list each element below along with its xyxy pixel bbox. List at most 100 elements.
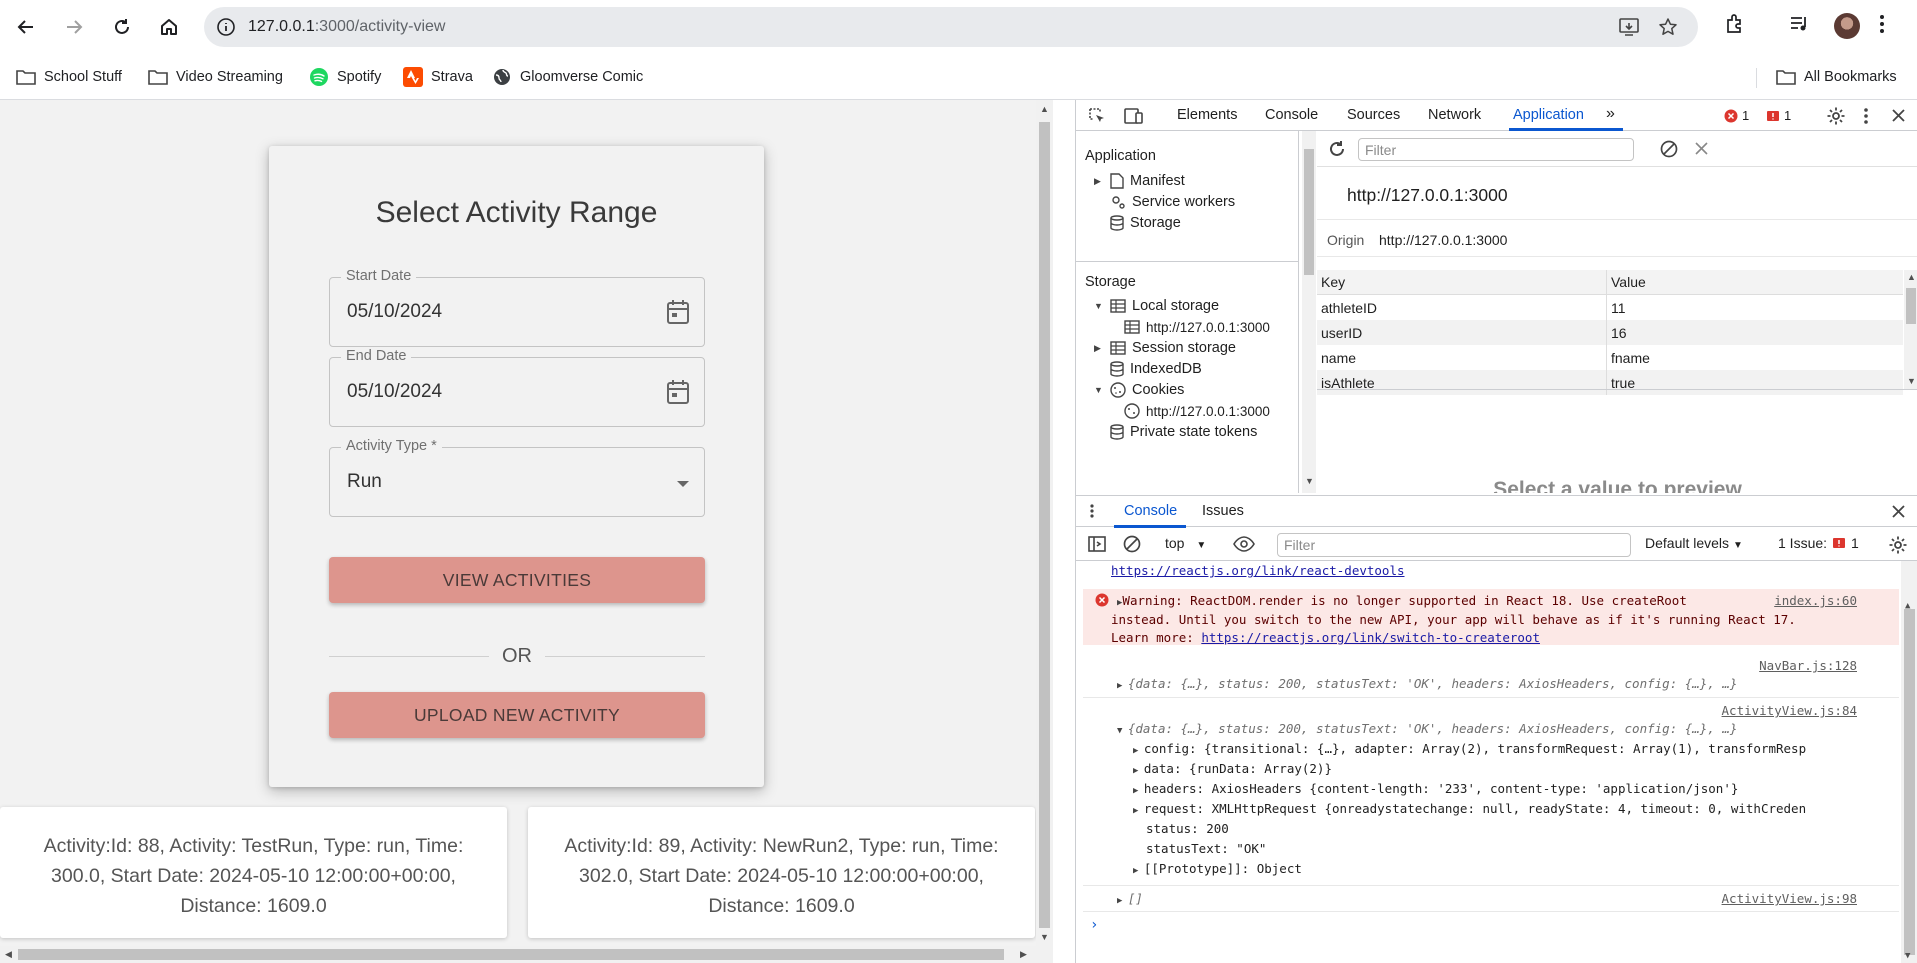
source-link[interactable]: index.js:60 xyxy=(1774,593,1857,608)
bookmark-video-streaming[interactable]: Video Streaming xyxy=(148,65,283,89)
page-horizontal-scrollbar[interactable]: ◀ ▶ xyxy=(0,946,1036,963)
scroll-up-arrow[interactable]: ▲ xyxy=(1040,104,1049,114)
start-date-field[interactable]: Start Date 05/10/2024 xyxy=(329,268,705,347)
activity-type-select[interactable]: Activity Type * Run xyxy=(329,438,705,517)
device-toolbar-icon[interactable] xyxy=(1124,107,1144,125)
more-tabs-icon[interactable]: » xyxy=(1606,105,1615,123)
sidebar-item-cookie-origin[interactable]: http://127.0.0.1:3000 xyxy=(1124,401,1270,421)
activity-type-value[interactable]: Run xyxy=(347,471,382,493)
view-activities-button[interactable]: VIEW ACTIVITIES xyxy=(329,557,705,603)
sidebar-item-manifest[interactable]: ▶ Manifest xyxy=(1094,171,1185,191)
table-scrollbar[interactable]: ▲ ▼ xyxy=(1904,270,1917,390)
start-date-value[interactable]: 05/10/2024 xyxy=(347,301,442,323)
drawer-menu-icon[interactable] xyxy=(1090,504,1094,518)
log-levels-dropdown[interactable]: Default levels ▼ xyxy=(1645,535,1743,551)
sidebar-item-session-storage[interactable]: ▶ Session storage xyxy=(1094,338,1236,358)
console-scrollbar[interactable]: ▲ ▼ xyxy=(1901,561,1917,963)
storage-filter-input[interactable]: Filter xyxy=(1358,138,1634,161)
calendar-icon[interactable] xyxy=(666,299,690,325)
scrollbar-thumb[interactable] xyxy=(18,949,1004,960)
media-controls-icon[interactable] xyxy=(1788,13,1810,35)
install-app-icon[interactable] xyxy=(1618,17,1640,37)
sidebar-item-cookies[interactable]: ▼ Cookies xyxy=(1094,380,1184,400)
scrollbar-thumb[interactable] xyxy=(1039,122,1050,928)
bookmark-strava[interactable]: Strava xyxy=(403,65,473,89)
bookmark-school-stuff[interactable]: School Stuff xyxy=(16,65,122,89)
sidebar-item-indexeddb[interactable]: IndexedDB xyxy=(1110,359,1202,379)
devtools-menu-icon[interactable] xyxy=(1863,107,1869,125)
delete-selected-icon[interactable] xyxy=(1695,142,1708,155)
address-bar[interactable]: 127.0.0.1:3000/activity-view xyxy=(204,7,1698,47)
forward-button[interactable] xyxy=(58,11,90,43)
refresh-icon[interactable] xyxy=(1327,139,1347,159)
tab-sources[interactable]: Sources xyxy=(1347,107,1400,123)
close-devtools-icon[interactable] xyxy=(1892,109,1905,122)
issue-count-badge[interactable]: 1 xyxy=(1766,108,1791,123)
source-link[interactable]: ActivityView.js:84 xyxy=(1722,703,1857,718)
drawer-tab-console[interactable]: Console xyxy=(1124,503,1177,519)
table-row[interactable]: isAthlete true xyxy=(1317,370,1903,395)
tab-network[interactable]: Network xyxy=(1428,107,1481,123)
console-array[interactable]: ▶ [] xyxy=(1117,891,1143,906)
tab-elements[interactable]: Elements xyxy=(1177,107,1237,123)
live-expression-eye-icon[interactable] xyxy=(1233,536,1255,552)
console-prop[interactable]: ▶ data: {runData: Array(2)} xyxy=(1133,761,1332,776)
sidebar-item-service-workers[interactable]: Service workers xyxy=(1110,192,1235,212)
console-filter-input[interactable]: Filter xyxy=(1277,533,1631,557)
bookmark-gloomverse-comic[interactable]: Gloomverse Comic xyxy=(492,65,643,89)
table-row[interactable]: athleteID 11 xyxy=(1317,295,1903,320)
all-bookmarks-button[interactable]: All Bookmarks xyxy=(1776,65,1897,89)
page-vertical-scrollbar[interactable]: ▲ ▼ xyxy=(1036,100,1053,963)
drawer-tab-issues[interactable]: Issues xyxy=(1202,503,1244,519)
back-button[interactable] xyxy=(10,11,42,43)
console-settings-gear-icon[interactable] xyxy=(1888,535,1908,555)
tab-console[interactable]: Console xyxy=(1265,107,1318,123)
console-link[interactable]: https://reactjs.org/link/switch-to-creat… xyxy=(1201,630,1540,645)
profile-avatar[interactable] xyxy=(1834,13,1860,39)
extensions-icon[interactable] xyxy=(1724,13,1746,35)
error-count-badge[interactable]: 1 xyxy=(1724,108,1749,123)
console-prop[interactable]: ▶ request: XMLHttpRequest {onreadystatec… xyxy=(1133,801,1806,816)
sidebar-item-private-state-tokens[interactable]: Private state tokens xyxy=(1110,422,1257,442)
sidebar-item-local-storage-origin[interactable]: http://127.0.0.1:3000 xyxy=(1124,317,1270,337)
console-prop[interactable]: ▶ [[Prototype]]: Object xyxy=(1133,861,1302,876)
console-prompt[interactable]: › xyxy=(1090,917,1098,933)
url-text[interactable]: 127.0.0.1:3000/activity-view xyxy=(248,18,445,36)
console-object-expanded[interactable]: ▼ {data: {…}, status: 200, statusText: '… xyxy=(1117,721,1737,736)
scroll-down-arrow[interactable]: ▼ xyxy=(1040,932,1049,942)
console-object-collapsed[interactable]: ▶ {data: {…}, status: 200, statusText: '… xyxy=(1117,676,1737,691)
console-prop[interactable]: ▶ headers: AxiosHeaders {content-length:… xyxy=(1133,781,1738,796)
clear-console-icon[interactable] xyxy=(1123,535,1141,553)
scroll-right-arrow[interactable]: ▶ xyxy=(1020,949,1027,960)
issues-counter[interactable]: 1 Issue: 1 xyxy=(1778,535,1859,551)
end-date-value[interactable]: 05/10/2024 xyxy=(347,381,442,403)
settings-gear-icon[interactable] xyxy=(1826,106,1846,126)
context-selector[interactable]: top ▼ xyxy=(1165,535,1206,551)
site-info-icon[interactable] xyxy=(216,17,236,37)
calendar-icon[interactable] xyxy=(666,379,690,405)
scroll-left-arrow[interactable]: ◀ xyxy=(5,949,12,960)
inspect-element-icon[interactable] xyxy=(1088,107,1106,125)
sidebar-item-local-storage[interactable]: ▼ Local storage xyxy=(1094,296,1219,316)
browser-menu-icon[interactable] xyxy=(1878,13,1886,35)
sidebar-item-storage[interactable]: Storage xyxy=(1110,213,1181,233)
console-prop[interactable]: ▶ config: {transitional: {…}, adapter: A… xyxy=(1133,741,1806,756)
home-button[interactable] xyxy=(153,11,185,43)
bookmark-star-icon[interactable] xyxy=(1658,17,1678,37)
clear-all-icon[interactable] xyxy=(1660,140,1678,158)
sidebar-toggle-icon[interactable] xyxy=(1088,535,1106,553)
source-link[interactable]: NavBar.js:128 xyxy=(1759,658,1857,673)
sidebar-vertical-scrollbar[interactable]: ▼ xyxy=(1302,131,1316,493)
console-link[interactable]: https://reactjs.org/link/react-devtools xyxy=(1111,563,1405,578)
activity-type-label: Activity Type * xyxy=(341,438,442,454)
end-date-field[interactable]: End Date 05/10/2024 xyxy=(329,348,705,427)
bookmark-spotify[interactable]: Spotify xyxy=(309,65,381,89)
dropdown-arrow-icon[interactable] xyxy=(676,480,690,488)
source-link[interactable]: ActivityView.js:98 xyxy=(1722,891,1857,906)
reload-button[interactable] xyxy=(106,11,138,43)
table-row[interactable]: userID 16 xyxy=(1317,320,1903,345)
table-row[interactable]: name fname xyxy=(1317,345,1903,370)
close-drawer-icon[interactable] xyxy=(1892,505,1905,518)
upload-activity-button[interactable]: UPLOAD NEW ACTIVITY xyxy=(329,692,705,738)
tab-application[interactable]: Application xyxy=(1513,107,1584,123)
